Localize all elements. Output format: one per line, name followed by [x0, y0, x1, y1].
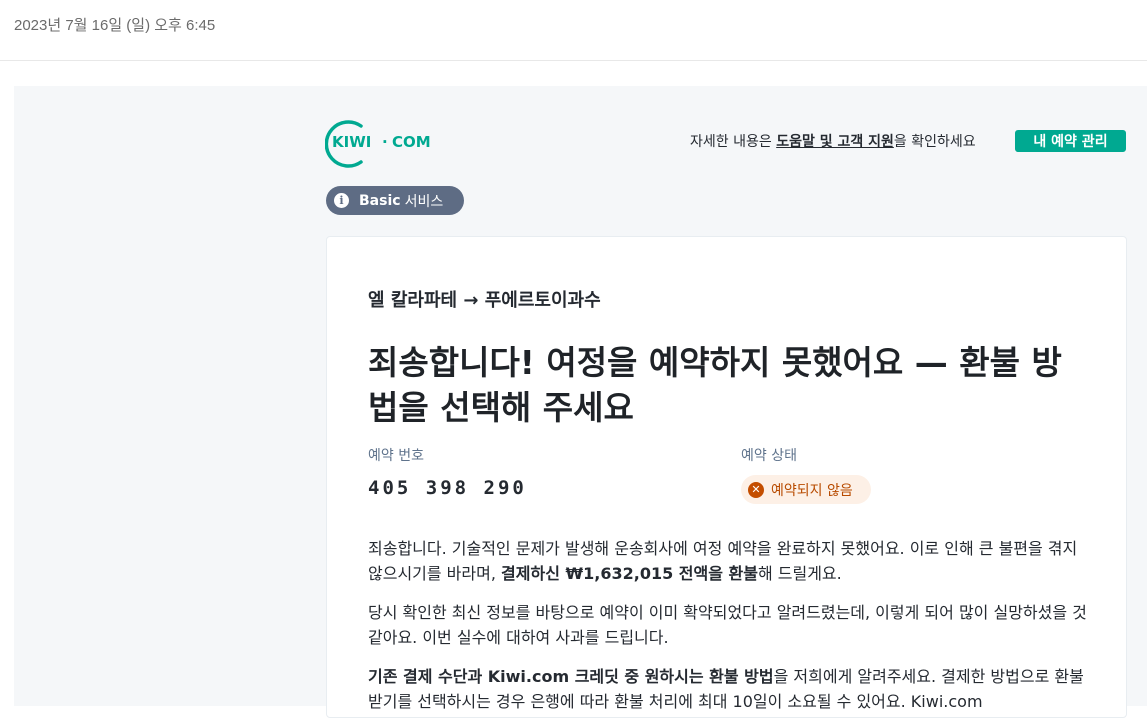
logo-text-dot: · [382, 133, 388, 151]
route-to: 푸에르토이과수 [484, 290, 601, 311]
page-title: 죄송합니다! 여정을 예약하지 못했어요 — 환불 방법을 선택해 주세요 [368, 343, 1062, 427]
paragraph-refund: 죄송합니다. 기술적인 문제가 발생해 운송회사에 여정 예약을 완료하지 못했… [368, 536, 1093, 586]
booking-status-label: 예약 상태 [741, 448, 797, 464]
info-icon: i [334, 193, 349, 208]
help-text: 자세한 내용은 도움말 및 고객 지원을 확인하세요 [690, 131, 976, 151]
booking-number: 405 398 290 [368, 477, 527, 499]
booking-number-label: 예약 번호 [368, 448, 424, 464]
route-from: 엘 칼라파테 [368, 290, 458, 311]
arrow-right-icon: → [463, 290, 479, 311]
paragraph-method-bold: 기존 결제 수단과 Kiwi.com 크레딧 중 원하시는 환불 방법 [368, 667, 774, 686]
x-circle-icon: ✕ [748, 481, 764, 498]
paragraph-refund-end: 해 드릴게요. [757, 564, 842, 583]
email-header: 2023년 7월 16일 (일) 오후 6:45 [0, 0, 1147, 61]
service-badge-label: 서비스 [404, 193, 444, 210]
service-badge: i Basic 서비스 [326, 186, 464, 215]
help-prefix: 자세한 내용은 [690, 134, 777, 150]
help-link[interactable]: 도움말 및 고객 지원 [776, 134, 894, 150]
email-timestamp: 2023년 7월 16일 (일) 오후 6:45 [14, 17, 216, 34]
paragraph-refund-amount: 결제하신 ₩1,632,015 전액을 환불 [501, 564, 758, 583]
manage-booking-button[interactable]: 내 예약 관리 [1015, 130, 1126, 152]
service-badge-bold: Basic [359, 192, 401, 209]
status-badge: ✕ 예약되지 않음 [741, 475, 871, 504]
status-text: 예약되지 않음 [771, 482, 853, 499]
kiwi-logo: KIWI · COM [325, 120, 431, 168]
logo-text-com: COM [392, 133, 431, 151]
route-title: 엘 칼라파테 → 푸에르토이과수 [368, 286, 601, 312]
help-suffix: 을 확인하세요 [893, 134, 976, 150]
paragraph-refund-method: 기존 결제 수단과 Kiwi.com 크레딧 중 원하시는 환불 방법을 저희에… [368, 664, 1093, 714]
paragraph-apology: 당시 확인한 최신 정보를 바탕으로 예약이 이미 확약되었다고 알려드렸는데,… [368, 603, 1087, 647]
logo-text-kiwi: KIWI [332, 133, 371, 151]
